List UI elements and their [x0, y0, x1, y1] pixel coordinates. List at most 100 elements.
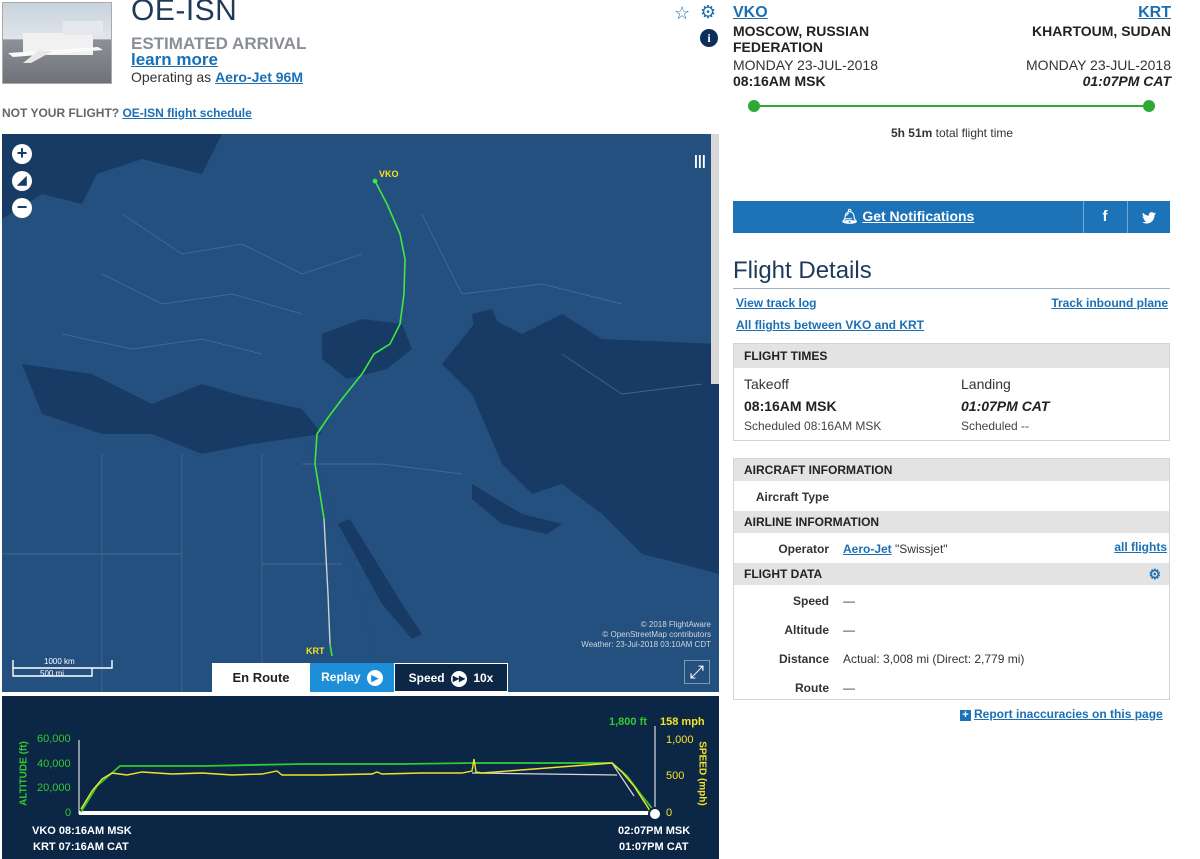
progress-start-dot: [748, 100, 760, 112]
map-attribution: © 2018 FlightAware © OpenStreetMap contr…: [581, 620, 711, 650]
get-notifications-label: Get Notifications: [862, 208, 975, 224]
flight-times-panel: FLIGHT TIMES Takeoff 08:16AM MSK Schedul…: [733, 343, 1170, 441]
flight-schedule-link[interactable]: OE-ISN flight schedule: [122, 106, 251, 120]
replay-label: Replay: [321, 670, 361, 684]
report-label: Report inaccuracies on this page: [974, 707, 1163, 721]
destination-code-link[interactable]: KRT: [1138, 4, 1171, 22]
operating-as: Operating as Aero-Jet 96M: [131, 69, 303, 85]
speed-axis-label: SPEED (mph): [696, 741, 708, 806]
speed-button[interactable]: Speed ▶▶ 10x: [394, 663, 508, 692]
info-icon[interactable]: i: [700, 29, 718, 47]
tab-en-route[interactable]: En Route: [212, 663, 310, 692]
not-your-flight-label: NOT YOUR FLIGHT?: [2, 106, 120, 120]
scale-km: 1000 km: [44, 657, 75, 666]
takeoff-column: Takeoff 08:16AM MSK Scheduled 08:16AM MS…: [744, 376, 881, 433]
speed-tick-0: 0: [666, 807, 673, 819]
route-value: —: [843, 681, 855, 695]
not-your-flight: NOT YOUR FLIGHT? OE-ISN flight schedule: [2, 106, 252, 120]
speed-tick-500: 500: [666, 770, 685, 782]
takeoff-scheduled: Scheduled 08:16AM MSK: [744, 419, 882, 433]
origin-time: 08:16AM MSK: [733, 73, 826, 89]
takeoff-label: Takeoff: [744, 376, 789, 392]
operator-value: Aero-Jet "Swissjet": [843, 542, 948, 556]
flight-map[interactable]: + ◢ − ||| VKO KRT © 2018 FlightAware © O…: [2, 134, 719, 692]
alt-tick-60000: 60,000: [37, 733, 71, 745]
facebook-share-button[interactable]: f: [1083, 201, 1126, 233]
all-flights-link[interactable]: all flights: [1114, 540, 1167, 554]
learn-more-link[interactable]: learn more: [131, 50, 218, 70]
map-scrollbar[interactable]: [711, 134, 719, 384]
compass-button[interactable]: ◢: [12, 171, 32, 191]
speed-value: 10x: [473, 671, 494, 685]
divider: [733, 288, 1170, 289]
altitude-value: —: [843, 623, 855, 637]
aircraft-photo[interactable]: [2, 2, 112, 84]
altitude-axis-label: ALTITUDE (ft): [18, 741, 30, 806]
replay-button[interactable]: Replay ▶: [310, 663, 394, 692]
twitter-icon: [1142, 212, 1156, 224]
play-icon: ▶: [366, 669, 383, 686]
landing-column: Landing 01:07PM CAT Scheduled --: [961, 376, 1049, 433]
current-altitude: 1,800 ft: [609, 716, 647, 728]
settings-icon[interactable]: ⚙: [1148, 566, 1161, 583]
altitude-speed-graph: 1,800 ft 158 mph ALTITUDE (ft) SPEED (mp…: [2, 696, 719, 859]
landing-scheduled: Scheduled --: [961, 419, 1030, 433]
start-time-cat: KRT 07:16AM CAT: [33, 841, 129, 853]
notifications-bar: 🔔︎ Get Notifications f: [733, 201, 1170, 233]
operating-as-link[interactable]: Aero-Jet 96M: [215, 69, 303, 85]
all-flights-between-link[interactable]: All flights between VKO and KRT: [736, 318, 924, 332]
speed-label: Speed: [792, 594, 829, 608]
layers-icon[interactable]: |||: [694, 152, 712, 168]
start-time-msk: VKO 08:16AM MSK: [32, 825, 132, 837]
alt-tick-40000: 40,000: [37, 758, 71, 770]
aircraft-info-header: AIRCRAFT INFORMATION: [734, 459, 1169, 481]
end-time-msk: 02:07PM MSK: [618, 825, 691, 837]
bell-icon: 🔔︎: [840, 208, 859, 224]
planned-speed-line: [471, 772, 618, 776]
aircraft-type-label: Aircraft Type: [755, 490, 829, 504]
zoom-out-button[interactable]: −: [12, 198, 32, 218]
flight-data-header: FLIGHT DATA ⚙: [734, 563, 1169, 585]
aircraft-airline-panel: AIRCRAFT INFORMATION Aircraft Type AIRLI…: [733, 458, 1170, 700]
gear-icon[interactable]: ⚙: [700, 2, 716, 23]
speed-series: [80, 758, 653, 815]
fullscreen-icon[interactable]: ⤢: [684, 660, 710, 684]
plus-icon: +: [960, 710, 971, 721]
speed-tick-1000: 1,000: [666, 734, 694, 746]
takeoff-time: 08:16AM MSK: [744, 398, 837, 414]
view-track-log-link[interactable]: View track log: [736, 296, 816, 310]
alt-tick-20000: 20,000: [37, 782, 71, 794]
operator-name: "Swissjet": [895, 542, 948, 556]
origin-marker: [372, 178, 378, 184]
distance-label: Distance: [778, 652, 829, 666]
route-summary: VKO KRT MOSCOW, RUSSIAN FEDERATION KHART…: [733, 0, 1171, 150]
facebook-icon: f: [1102, 208, 1108, 225]
attribution-osm: © OpenStreetMap contributors: [602, 630, 711, 639]
get-notifications-button[interactable]: 🔔︎ Get Notifications: [733, 201, 1082, 233]
speed-btn-label: Speed: [408, 671, 445, 685]
alt-tick-0: 0: [65, 807, 72, 819]
flight-details-title: Flight Details: [733, 257, 872, 284]
total-flight-time: 5h 51m total flight time: [733, 126, 1171, 140]
fast-forward-icon: ▶▶: [450, 670, 467, 687]
current-position-marker[interactable]: [648, 807, 662, 821]
zoom-in-button[interactable]: +: [12, 144, 32, 164]
map-canvas: [2, 134, 719, 692]
track-inbound-link[interactable]: Track inbound plane: [1051, 296, 1168, 310]
twitter-share-button[interactable]: [1127, 201, 1170, 233]
altitude-label: Altitude: [784, 623, 829, 637]
landing-label: Landing: [961, 376, 1011, 392]
altitude-series: [80, 762, 656, 813]
destination-city: KHARTOUM, SUDAN: [1032, 23, 1171, 39]
landing-time: 01:07PM CAT: [961, 398, 1050, 414]
report-inaccuracies-link[interactable]: + Report inaccuracies on this page: [960, 707, 1163, 721]
route-label: Route: [795, 681, 829, 695]
star-icon[interactable]: ☆: [674, 3, 690, 24]
end-time-cat: 01:07PM CAT: [619, 841, 689, 853]
total-time-value: 5h 51m: [890, 126, 933, 140]
operator-link[interactable]: Aero-Jet: [843, 542, 892, 556]
origin-date: MONDAY 23-JUL-2018: [733, 57, 878, 73]
origin-code-link[interactable]: VKO: [733, 4, 768, 22]
destination-label: KRT: [306, 646, 325, 656]
map-scale-bar: 1000 km 500 mi: [12, 654, 117, 680]
